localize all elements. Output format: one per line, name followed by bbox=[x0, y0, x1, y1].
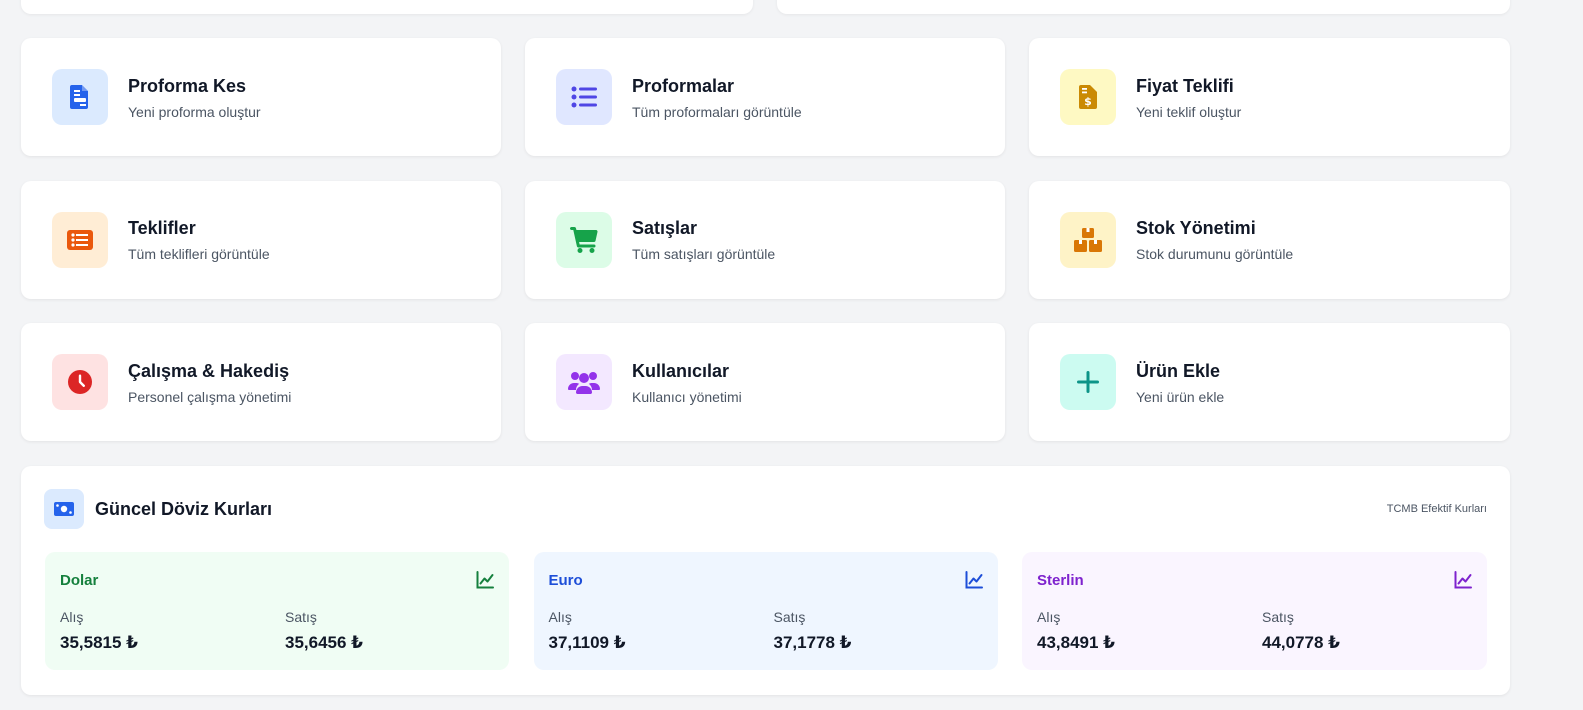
card-urun-ekle[interactable]: Ürün Ekle Yeni ürün ekle bbox=[1029, 323, 1510, 441]
icon-box bbox=[52, 354, 108, 410]
card-title: Stok Yönetimi bbox=[1136, 218, 1256, 238]
list-alt-icon bbox=[67, 229, 93, 250]
icon-box bbox=[1060, 354, 1116, 410]
currency-name: Dolar bbox=[60, 572, 99, 589]
card-satislar[interactable]: Satışlar Tüm satışları görüntüle bbox=[525, 180, 1005, 299]
currency-card-dolar: Dolar Alış 35,5815 ₺ Satış 35,6456 ₺ bbox=[45, 552, 509, 670]
currency-card-sterlin: Sterlin Alış 43,8491 ₺ Satış 44,0778 ₺ bbox=[1022, 552, 1487, 670]
card-proformalar[interactable]: Proformalar Tüm proformaları görüntüle bbox=[525, 38, 1005, 156]
card-description: Kullanıcı yönetimi bbox=[632, 388, 742, 405]
buy-value: 43,8491 ₺ bbox=[1037, 633, 1116, 652]
icon-box: $ bbox=[1060, 69, 1116, 125]
chart-line-icon bbox=[1454, 571, 1472, 589]
currency-cards: Dolar Alış 35,5815 ₺ Satış 35,6456 ₺ Eur… bbox=[45, 552, 1487, 670]
icon-box bbox=[556, 69, 612, 125]
money-bill-icon bbox=[54, 502, 74, 516]
sell-label: Satış bbox=[285, 609, 317, 625]
cart-icon bbox=[570, 226, 598, 253]
buy-column: Alış 43,8491 ₺ bbox=[1037, 609, 1115, 653]
card-description: Personel çalışma yönetimi bbox=[128, 388, 292, 405]
exchange-rates-panel: Güncel Döviz Kurları TCMB Efektif Kurlar… bbox=[21, 466, 1510, 695]
clock-icon bbox=[68, 370, 92, 394]
icon-box bbox=[556, 211, 612, 268]
icon-box bbox=[556, 354, 612, 410]
chart-line-icon bbox=[476, 571, 494, 589]
card-description: Yeni ürün ekle bbox=[1136, 388, 1225, 405]
top-card-right bbox=[777, 0, 1510, 14]
card-title: Satışlar bbox=[632, 218, 698, 238]
card-title: Kullanıcılar bbox=[632, 360, 730, 381]
svg-text:$: $ bbox=[1084, 95, 1092, 108]
card-title: Proforma Kes bbox=[128, 75, 247, 96]
card-description: Tüm teklifleri görüntüle bbox=[128, 246, 270, 262]
currency-card-euro: Euro Alış 37,1109 ₺ Satış 37,1778 ₺ bbox=[533, 552, 998, 670]
buy-value: 37,1109 ₺ bbox=[548, 633, 626, 652]
file-invoice-icon bbox=[70, 85, 88, 109]
sell-label: Satış bbox=[1262, 609, 1294, 625]
currency-name: Euro bbox=[548, 572, 583, 589]
buy-label: Alış bbox=[60, 609, 84, 625]
buy-label: Alış bbox=[1037, 609, 1061, 625]
top-card-left bbox=[21, 0, 753, 14]
buy-label: Alış bbox=[548, 609, 572, 625]
card-title: Teklifler bbox=[128, 218, 196, 238]
card-description: Tüm satışları görüntüle bbox=[632, 246, 776, 262]
buy-value: 35,5815 ₺ bbox=[60, 633, 139, 652]
sell-value: 35,6456 ₺ bbox=[285, 633, 364, 652]
exchange-rates-source: TCMB Efektif Kurları bbox=[1386, 503, 1487, 515]
sell-column: Satış 44,0778 ₺ bbox=[1262, 609, 1340, 653]
card-description: Yeni proforma oluştur bbox=[128, 103, 261, 120]
icon-box bbox=[52, 69, 108, 125]
exchange-rates-header: Güncel Döviz Kurları TCMB Efektif Kurlar… bbox=[44, 489, 1487, 529]
card-title: Fiyat Teklifi bbox=[1136, 75, 1234, 96]
icon-box bbox=[44, 489, 84, 529]
sell-column: Satış 35,6456 ₺ bbox=[285, 609, 363, 653]
list-icon bbox=[571, 86, 597, 108]
card-proforma-kes[interactable]: Proforma Kes Yeni proforma oluştur bbox=[21, 38, 501, 156]
card-description: Yeni teklif oluştur bbox=[1136, 103, 1242, 120]
plus-icon bbox=[1077, 371, 1099, 393]
card-description: Stok durumunu görüntüle bbox=[1136, 246, 1294, 262]
sell-value: 37,1778 ₺ bbox=[773, 633, 852, 652]
buy-column: Alış 35,5815 ₺ bbox=[60, 609, 138, 653]
card-calisma-hakedis[interactable]: Çalışma & Hakediş Personel çalışma yönet… bbox=[21, 323, 501, 441]
card-kullanicilar[interactable]: Kullanıcılar Kullanıcı yönetimi bbox=[525, 323, 1005, 441]
card-title: Ürün Ekle bbox=[1136, 360, 1221, 381]
action-grid: Proforma Kes Yeni proforma oluştur Profo… bbox=[21, 38, 1510, 441]
card-teklifler[interactable]: Teklifler Tüm teklifleri görüntüle bbox=[21, 180, 501, 299]
file-dollar-icon: $ bbox=[1079, 85, 1097, 109]
sell-column: Satış 37,1778 ₺ bbox=[774, 609, 852, 653]
card-title: Çalışma & Hakediş bbox=[128, 360, 290, 381]
chart-line-icon bbox=[965, 571, 983, 589]
boxes-icon bbox=[1074, 227, 1102, 252]
card-title: Proformalar bbox=[632, 75, 735, 96]
sell-label: Satış bbox=[773, 609, 806, 625]
card-stok-yonetimi[interactable]: Stok Yönetimi Stok durumunu görüntüle bbox=[1029, 180, 1510, 299]
users-icon bbox=[568, 372, 600, 394]
card-description: Tüm proformaları görüntüle bbox=[632, 103, 802, 120]
icon-box bbox=[52, 211, 108, 268]
card-fiyat-teklifi[interactable]: $ Fiyat Teklifi Yeni teklif oluştur bbox=[1029, 38, 1510, 156]
exchange-rates-title: Güncel Döviz Kurları bbox=[95, 498, 273, 519]
sell-value: 44,0778 ₺ bbox=[1262, 633, 1341, 652]
buy-column: Alış 37,1109 ₺ bbox=[549, 609, 626, 653]
icon-box bbox=[1060, 211, 1116, 268]
currency-name: Sterlin bbox=[1037, 572, 1084, 589]
